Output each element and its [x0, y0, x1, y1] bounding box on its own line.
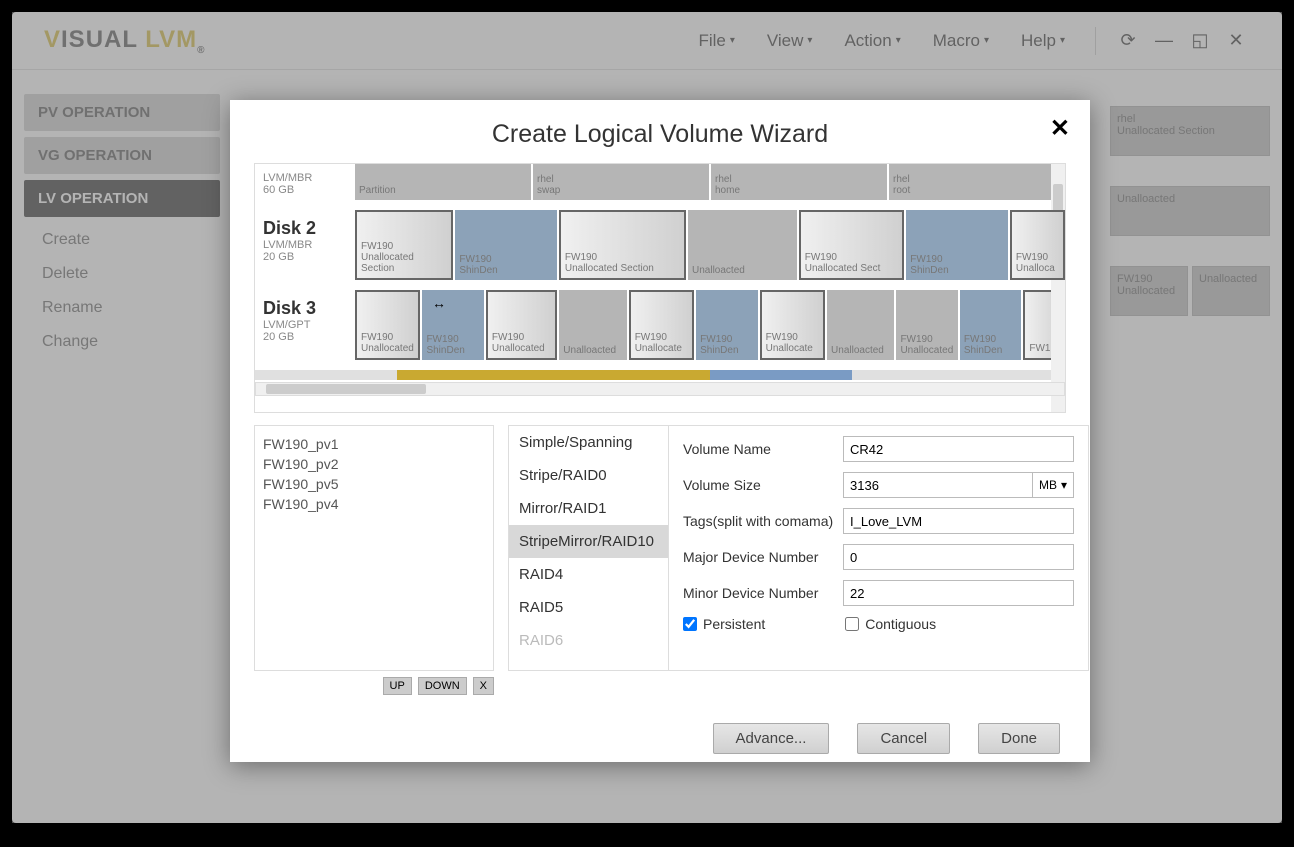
- disk-partition[interactable]: FW190ShinDen: [906, 210, 1008, 280]
- contiguous-checkbox[interactable]: Contiguous: [845, 616, 936, 632]
- disk-partition[interactable]: FW190ShinDen: [960, 290, 1021, 360]
- modal-close-button[interactable]: ✕: [1050, 114, 1070, 143]
- disk-partition[interactable]: rhelroot: [889, 164, 1065, 200]
- disk-partition[interactable]: FW190Unallocated Section: [559, 210, 686, 280]
- disk-partition[interactable]: rhelswap: [533, 164, 709, 200]
- done-button[interactable]: Done: [978, 723, 1060, 754]
- raid-type-item: RAID6: [509, 624, 668, 657]
- minor-device-input[interactable]: [843, 580, 1074, 606]
- raid-type-item[interactable]: RAID4: [509, 558, 668, 591]
- volume-size-input[interactable]: [843, 472, 1033, 498]
- disk-partition[interactable]: Unalloacted: [827, 290, 894, 360]
- pv-list-item[interactable]: FW190_pv4: [263, 494, 485, 514]
- raid-type-list: Simple/SpanningStripe/RAID0Mirror/RAID1S…: [509, 426, 669, 670]
- disk-partition[interactable]: FW190Unallocated Sect: [799, 210, 905, 280]
- disk-vscroll[interactable]: [1051, 164, 1065, 412]
- pv-down-button[interactable]: DOWN: [418, 677, 467, 695]
- pv-list-item[interactable]: FW190_pv5: [263, 474, 485, 494]
- volume-size-unit[interactable]: MB▾: [1033, 472, 1074, 498]
- color-legend-bar: [255, 370, 1065, 380]
- pv-list-item[interactable]: FW190_pv1: [263, 434, 485, 454]
- major-device-input[interactable]: [843, 544, 1074, 570]
- disk-partition[interactable]: FW190ShinDen: [696, 290, 757, 360]
- disk-partition[interactable]: FW190Unalloca: [1010, 210, 1065, 280]
- pv-list-item[interactable]: FW190_pv2: [263, 454, 485, 474]
- disk-partition[interactable]: Partition: [355, 164, 531, 200]
- disk-partition[interactable]: FW190Unallocated Section: [355, 210, 453, 280]
- modal-title: Create Logical Volume Wizard: [254, 120, 1066, 149]
- raid-type-item[interactable]: Simple/Spanning: [509, 426, 668, 459]
- disk-partition[interactable]: FW190Unallocated: [486, 290, 557, 360]
- disk-hscroll[interactable]: [255, 382, 1065, 396]
- pv-remove-button[interactable]: X: [473, 677, 494, 695]
- disk-partition[interactable]: Unalloacted: [559, 290, 626, 360]
- persistent-checkbox[interactable]: Persistent: [683, 616, 765, 632]
- disk-partition[interactable]: Unalloacted: [688, 210, 797, 280]
- raid-type-item[interactable]: RAID5: [509, 591, 668, 624]
- disk-partition[interactable]: rhelhome: [711, 164, 887, 200]
- pv-up-button[interactable]: UP: [383, 677, 412, 695]
- disk-partition[interactable]: FW190Unallocated: [896, 290, 957, 360]
- disk-partition[interactable]: FW190ShinDen: [455, 210, 557, 280]
- disk-partition[interactable]: FW190Unallocated: [355, 290, 420, 360]
- cancel-button[interactable]: Cancel: [857, 723, 950, 754]
- raid-type-item[interactable]: StripeMirror/RAID10: [509, 525, 668, 558]
- advance-button[interactable]: Advance...: [713, 723, 830, 754]
- disk-partition[interactable]: FW190ShinDen: [422, 290, 483, 360]
- volume-form: Volume Name Volume Size MB▾ Tags(split w…: [669, 426, 1088, 670]
- disk-partition[interactable]: FW190Unallocate: [629, 290, 694, 360]
- disk-partition[interactable]: FW190Unallocate: [760, 290, 825, 360]
- volume-name-input[interactable]: [843, 436, 1074, 462]
- pv-list[interactable]: FW190_pv1FW190_pv2FW190_pv5FW190_pv4: [254, 425, 494, 671]
- raid-type-item[interactable]: Mirror/RAID1: [509, 492, 668, 525]
- chevron-down-icon: ▾: [1061, 478, 1067, 492]
- disk-panel[interactable]: LVM/MBR 60 GB Partitionrhelswaprhelhomer…: [254, 163, 1066, 413]
- raid-type-item[interactable]: Stripe/RAID0: [509, 459, 668, 492]
- tags-input[interactable]: [843, 508, 1074, 534]
- create-lv-wizard: ✕ Create Logical Volume Wizard LVM/MBR 6…: [230, 100, 1090, 762]
